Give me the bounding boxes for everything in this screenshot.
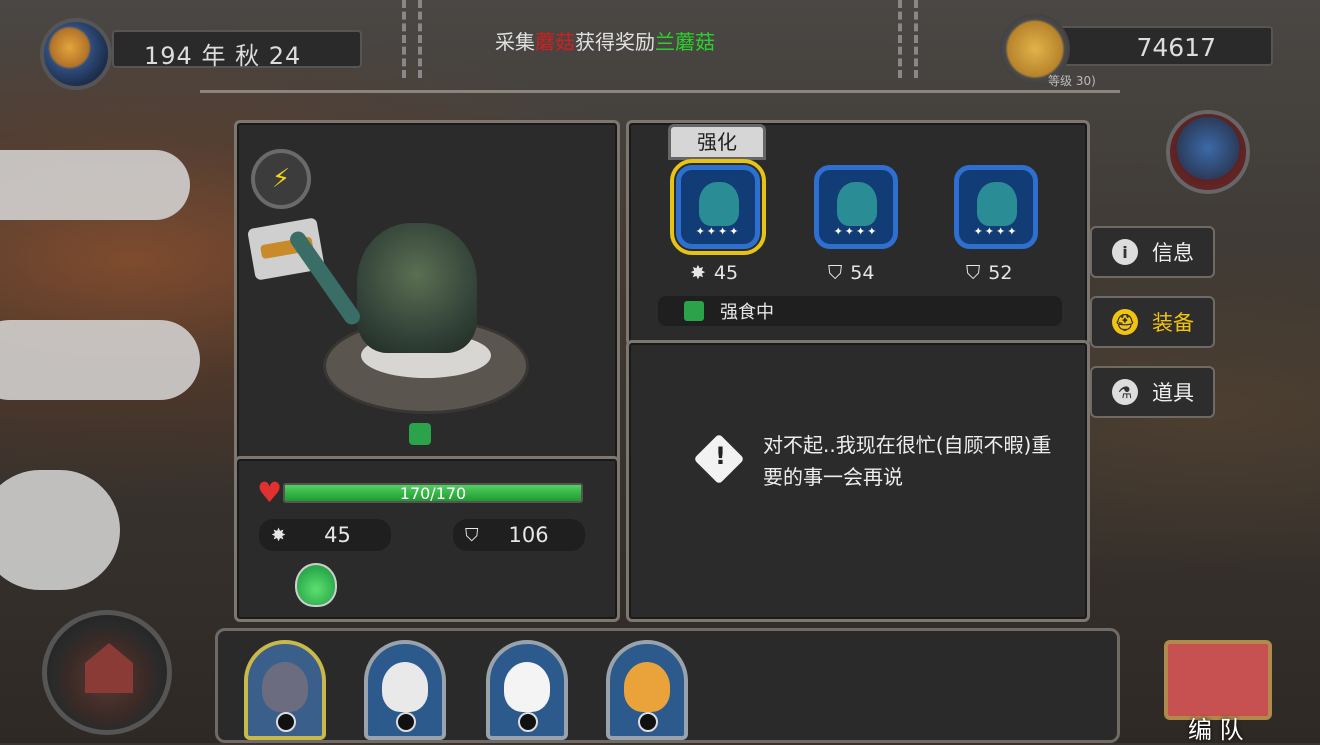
member-badge-icon (638, 712, 658, 732)
monster-display-pane: ⚡ (234, 120, 620, 466)
feeding-status-icon (409, 423, 431, 445)
helmet-icon: ⛑ (1112, 309, 1138, 335)
shield-icon: ⛉ (966, 262, 981, 284)
equip-stars: ✦✦✦✦ (695, 225, 741, 238)
tab-items[interactable]: ⚗ 道具 (1090, 366, 1215, 418)
equip-slot-3[interactable]: ✦✦✦✦ (954, 165, 1038, 249)
message-pane: ! 对不起..我现在很忙(自顾不暇)重要的事一会再说 (626, 340, 1090, 622)
equip-slot-1[interactable]: ✦✦✦✦ (670, 159, 766, 255)
team-member-4[interactable] (606, 640, 688, 740)
season-emblem-icon (40, 18, 112, 90)
date-text: 194 年 秋 24 (144, 42, 302, 70)
attack-stat: ✸ 45 (259, 519, 391, 551)
member-portrait (504, 662, 550, 712)
equip-slot-2-stat: ⛉ 54 (828, 262, 874, 284)
equip-slot-1-stat: ✸ 45 (690, 262, 738, 284)
team-formation-icon (1164, 640, 1272, 720)
monster-stats-pane: ♥ 170/170 ✸ 45 ⛉ 106 (234, 456, 620, 622)
equip-slot-3-stat: ⛉ 52 (966, 262, 1012, 284)
notice-prefix: 采集 (495, 30, 535, 54)
member-badge-icon (276, 712, 296, 732)
member-portrait (382, 662, 428, 712)
tab-enhance[interactable]: 强化 (668, 124, 766, 160)
date-bar: 194 年 秋 24 (112, 30, 362, 70)
tab-info[interactable]: i 信息 (1090, 226, 1215, 278)
defense-value: 106 (508, 523, 549, 547)
potion-icon[interactable] (295, 563, 337, 607)
team-member-1[interactable] (244, 640, 326, 740)
chain-left (402, 0, 422, 78)
character-avatar[interactable] (1166, 110, 1250, 194)
hp-text: 170/170 (399, 484, 467, 503)
notice-item: 蘑菇 (535, 30, 575, 54)
equip-stat-value: 52 (988, 262, 1013, 284)
home-button[interactable] (42, 610, 172, 735)
coin-bar: 74617 (1058, 26, 1273, 66)
shield-icon: ⛉ (828, 262, 843, 284)
defense-stat: ⛉ 106 (453, 519, 585, 551)
coin-display: 74617 等级 30) (1000, 14, 1280, 88)
cloud-decoration (0, 470, 120, 590)
monster-figure (357, 223, 477, 353)
coin-level-note: 等级 30) (1048, 74, 1096, 88)
info-icon: i (1112, 239, 1138, 265)
gather-notice: 采集蘑菇获得奖励兰蘑菇 (495, 26, 715, 55)
equip-stat-value: 54 (850, 262, 875, 284)
equip-stat-value: 45 (713, 262, 739, 284)
attack-value: 45 (324, 523, 351, 547)
notice-mid: 获得奖励 (575, 30, 655, 54)
member-portrait (624, 662, 670, 712)
shield-icon: ⛉ (465, 524, 479, 546)
feeding-status-text: 强食中 (720, 302, 774, 323)
house-icon (85, 643, 133, 693)
formation-button[interactable]: 编 队 (1164, 640, 1274, 744)
member-badge-icon (396, 712, 416, 732)
attack-icon: ✸ (690, 262, 706, 284)
tab-info-label: 信息 (1152, 241, 1194, 265)
warning-mark: ! (715, 442, 726, 470)
weapon-skill-icon[interactable]: ⚡ (251, 149, 311, 209)
cloud-decoration (0, 150, 190, 220)
member-badge-icon (518, 712, 538, 732)
notice-reward: 兰蘑菇 (655, 30, 715, 54)
tab-items-label: 道具 (1152, 381, 1194, 405)
heart-icon: ♥ (257, 476, 283, 509)
feeding-status-icon (684, 301, 704, 321)
team-member-3[interactable] (486, 640, 568, 740)
feeding-status-bar: 强食中 (658, 296, 1062, 326)
hp-bar: 170/170 (283, 483, 583, 503)
date-display: 194 年 秋 24 (40, 18, 362, 90)
cloud-decoration (0, 320, 200, 400)
enhance-label: 强化 (697, 130, 737, 154)
attack-icon: ✸ (271, 524, 287, 546)
tab-equipment-label: 装备 (1152, 311, 1194, 335)
member-portrait (262, 662, 308, 712)
team-member-2[interactable] (364, 640, 446, 740)
formation-label: 编 队 (1188, 716, 1244, 744)
tab-equipment[interactable]: ⛑ 装备 (1090, 296, 1215, 348)
flask-icon: ⚗ (1112, 379, 1138, 405)
equip-slot-2[interactable]: ✦✦✦✦ (814, 165, 898, 249)
equip-stars: ✦✦✦✦ (973, 225, 1019, 238)
message-text: 对不起..我现在很忙(自顾不暇)重要的事一会再说 (763, 433, 1052, 489)
coin-amount: 74617 (1136, 33, 1216, 62)
chain-right (898, 0, 918, 78)
monster-blade (286, 228, 364, 328)
equip-stars: ✦✦✦✦ (833, 225, 879, 238)
